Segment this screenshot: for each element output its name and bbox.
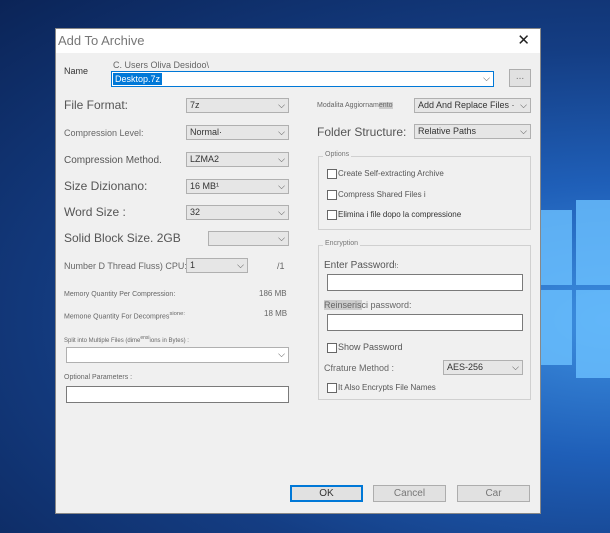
level-value: Normal· (190, 127, 223, 137)
encryption-method-value: AES-256 (447, 362, 484, 372)
dropdown-arrow-icon: ⌵ (520, 126, 527, 136)
split-label-b: ensi (140, 335, 150, 341)
dropdown-arrow-icon: ⌵ (237, 260, 244, 270)
update-mode-label-a: Modalita Aggiornam (317, 102, 379, 109)
dialog-title: Add To Archive (58, 33, 145, 48)
folder-structure-label: Folder Structure: (317, 125, 407, 139)
encrypt-names-checkbox[interactable]: It Also Encrypts File Names (327, 383, 436, 393)
options-title: Options (323, 151, 352, 158)
checkbox-icon (327, 210, 337, 220)
split-label: Split into Multiple Files (dimeensiions … (64, 335, 189, 344)
shared-label-suffix: i (423, 190, 426, 200)
split-label-a: Split into Multiple Files (dime (64, 338, 141, 344)
update-mode-select[interactable]: Add And Replace Files · ⌵ (414, 98, 531, 113)
password-label-a: Enter Password (324, 260, 395, 271)
shared-checkbox[interactable]: Compress Shared Files i (327, 190, 426, 200)
delete-label: Elimina i file dopo la compressione (338, 210, 462, 220)
dropdown-arrow-icon: ⌵ (278, 154, 285, 164)
threads-max: /1 (277, 261, 285, 271)
sfx-label: Create Self-extracting Archive (338, 169, 444, 179)
sfx-checkbox[interactable]: Create Self-extracting Archive (327, 169, 444, 179)
encryption-group: Encryption Enter Password!: Reinserisci … (318, 240, 531, 400)
checkbox-icon (327, 169, 337, 179)
dropdown-arrow-icon: ⌵ (520, 100, 527, 110)
password-label-b: !: (394, 263, 399, 270)
dictionary-value: 16 MB¹ (190, 181, 220, 191)
method-select[interactable]: LZMA2 ⌵ (186, 152, 289, 167)
encrypt-names-label: It Also Encrypts File Names (338, 383, 436, 393)
car-button[interactable]: Car (457, 485, 530, 502)
encryption-method-label: Cfrature Method : (324, 363, 395, 373)
name-label: Name (64, 66, 89, 76)
level-label: Compression Level: (64, 128, 144, 138)
windows-logo-icon (540, 190, 610, 400)
params-input[interactable] (66, 386, 289, 403)
method-label: Compression Method. (64, 155, 162, 166)
format-label: File Format: (64, 98, 129, 112)
update-mode-value: Add And Replace Files · (418, 100, 515, 110)
delete-checkbox[interactable]: Elimina i file dopo la compressione (327, 210, 461, 220)
dropdown-arrow-icon: ⌵ (278, 233, 285, 243)
repeat-password-input[interactable] (327, 314, 523, 331)
folder-structure-value: Relative Paths (418, 126, 477, 136)
password-label: Enter Password!: (324, 260, 398, 271)
format-select[interactable]: 7z ⌵ (186, 98, 289, 113)
memory-decompression-label-a: Memone Quantity For Decompres (64, 313, 170, 321)
memory-decompression-value: 18 MB (264, 309, 288, 318)
dropdown-arrow-icon: ⌵ (278, 349, 285, 359)
repeat-password-label-a: Reinseris (324, 300, 362, 310)
threads-label: Number D Thread Fluss) CPU: (64, 261, 187, 271)
dropdown-arrow-icon: ⌵ (278, 100, 285, 110)
add-to-archive-dialog: Add To Archive ✕ Name C. Users Oliva Des… (55, 28, 541, 514)
threads-value: 1 (190, 260, 196, 270)
encryption-title: Encryption (323, 240, 361, 247)
update-mode-label: Modalita Aggiornamento (317, 102, 393, 109)
method-value: LZMA2 (190, 154, 220, 164)
memory-compression-label: Memory Quantity Per Compression: (64, 291, 176, 298)
params-label: Optional Parameters : (64, 374, 133, 381)
folder-structure-select[interactable]: Relative Paths ⌵ (414, 124, 531, 139)
update-mode-label-b: ento (378, 102, 393, 109)
checkbox-icon (327, 190, 337, 200)
split-label-c: ions in Bytes) : (149, 338, 189, 344)
dropdown-arrow-icon: ⌵ (278, 181, 285, 191)
encryption-method-select[interactable]: AES-256 ⌵ (443, 360, 523, 375)
split-volume-select[interactable]: ⌵ (66, 347, 289, 363)
archive-name-value: Desktop.7z (113, 73, 163, 85)
solid-block-label: Solid Block Size. 2GB (64, 231, 181, 245)
memory-decompression-label-b: sione: (169, 311, 185, 317)
word-size-label: Word Size : (64, 205, 126, 219)
title-bar: Add To Archive ✕ (56, 29, 540, 53)
level-select[interactable]: Normal· ⌵ (186, 125, 289, 140)
archive-name-input[interactable]: Desktop.7z ⌵ (111, 71, 494, 87)
ok-button[interactable]: OK (290, 485, 363, 502)
checkbox-icon (327, 383, 337, 393)
options-group: Options Create Self-extracting Archive C… (318, 151, 531, 230)
word-size-select[interactable]: 32 ⌵ (186, 205, 289, 220)
shared-label: Compress Shared Files (338, 190, 422, 200)
dropdown-arrow-icon[interactable]: ⌵ (483, 73, 490, 84)
show-password-label: Show Password (338, 342, 403, 352)
format-value: 7z (190, 100, 200, 110)
path-prefix: C. Users Oliva Desidoo\ (113, 60, 210, 70)
checkbox-icon (327, 342, 337, 353)
dropdown-arrow-icon: ⌵ (278, 127, 285, 137)
dictionary-select[interactable]: 16 MB¹ ⌵ (186, 179, 289, 194)
password-input[interactable] (327, 274, 523, 291)
cancel-button[interactable]: Cancel (373, 485, 446, 502)
repeat-password-label-b: ci password: (361, 300, 412, 310)
memory-compression-value: 186 MB (259, 289, 287, 298)
word-size-value: 32 (190, 207, 201, 217)
memory-decompression-label: Memone Quantity For Decompressione: (64, 311, 185, 320)
repeat-password-label: Reinserisci password: (324, 300, 412, 310)
close-icon[interactable]: ✕ (517, 31, 530, 49)
dropdown-arrow-icon: ⌵ (512, 362, 519, 372)
solid-block-select[interactable]: ⌵ (208, 231, 289, 246)
dropdown-arrow-icon: ⌵ (278, 207, 285, 217)
dictionary-label: Size Dizionano: (64, 179, 148, 193)
browse-button[interactable]: ... (509, 69, 531, 87)
show-password-checkbox[interactable]: Show Password (327, 342, 403, 353)
threads-select[interactable]: 1 ⌵ (186, 258, 248, 273)
